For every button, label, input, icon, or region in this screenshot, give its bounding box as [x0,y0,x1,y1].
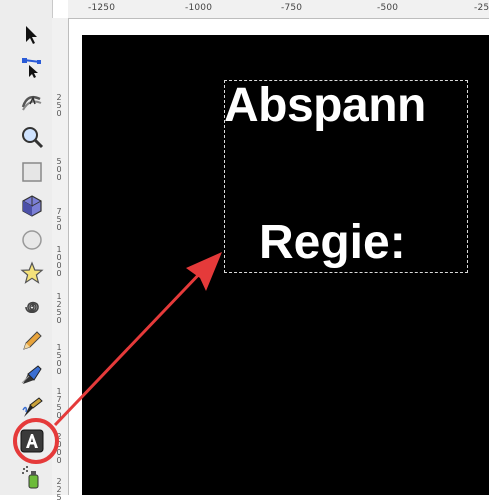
selector-tool-button[interactable] [19,22,45,48]
ruler-label: -500 [377,3,399,13]
node-edit-icon [22,58,41,78]
ruler-label: -1000 [185,3,213,13]
horizontal-ruler: -1250 -1000 -750 -500 -25 [68,0,489,19]
star-tool-button[interactable] [19,260,45,286]
ruler-label: 7 5 0 [56,207,62,232]
calligraphy-icon [22,397,43,417]
ruler-label: -750 [281,3,303,13]
pencil-tool-button[interactable] [19,328,45,354]
canvas-text-credit[interactable]: Regie: [259,215,406,270]
zoom-tool-button[interactable] [19,124,45,150]
tweak-tool-button[interactable] [19,88,45,114]
ruler-label: 2 5 0 [56,93,62,118]
circle-icon [22,230,42,250]
ruler-label: -1250 [88,3,116,13]
pencil-icon [23,331,42,350]
pen-tool-button[interactable] [19,362,45,388]
ruler-label: 5 0 0 [56,157,62,182]
canvas-text-title[interactable]: Abspann [224,78,474,133]
ruler-label: 1 0 0 0 [56,245,62,278]
ruler-label: 1 2 5 0 [56,292,62,325]
spray-icon [22,466,39,489]
tweak-icon [21,95,42,111]
ruler-label: -25 [474,3,489,13]
star-icon [20,261,44,284]
rectangle-tool-button[interactable] [19,159,45,185]
calligraphy-tool-button[interactable] [19,395,45,421]
magnifier-icon [22,127,44,149]
3d-box-tool-button[interactable] [19,193,45,219]
node-tool-button[interactable] [19,55,45,81]
pen-icon [21,365,42,384]
cube-icon [22,195,42,217]
vertical-ruler: 2 5 0 5 0 0 7 5 0 1 0 0 0 1 2 5 0 1 5 0 … [52,18,69,502]
ellipse-tool-button[interactable] [19,227,45,253]
rectangle-icon [22,162,42,182]
ruler-label: 1 5 0 0 [56,343,62,376]
ruler-label: 2 2 5 [56,477,62,502]
arrow-pointer-icon [26,26,37,44]
spiral-tool-button[interactable] [19,294,45,320]
text-tool-highlight-ring [13,418,59,464]
spray-tool-button[interactable] [19,464,45,490]
ruler-label: 1 7 5 0 [56,387,62,420]
spiral-icon [25,301,39,314]
